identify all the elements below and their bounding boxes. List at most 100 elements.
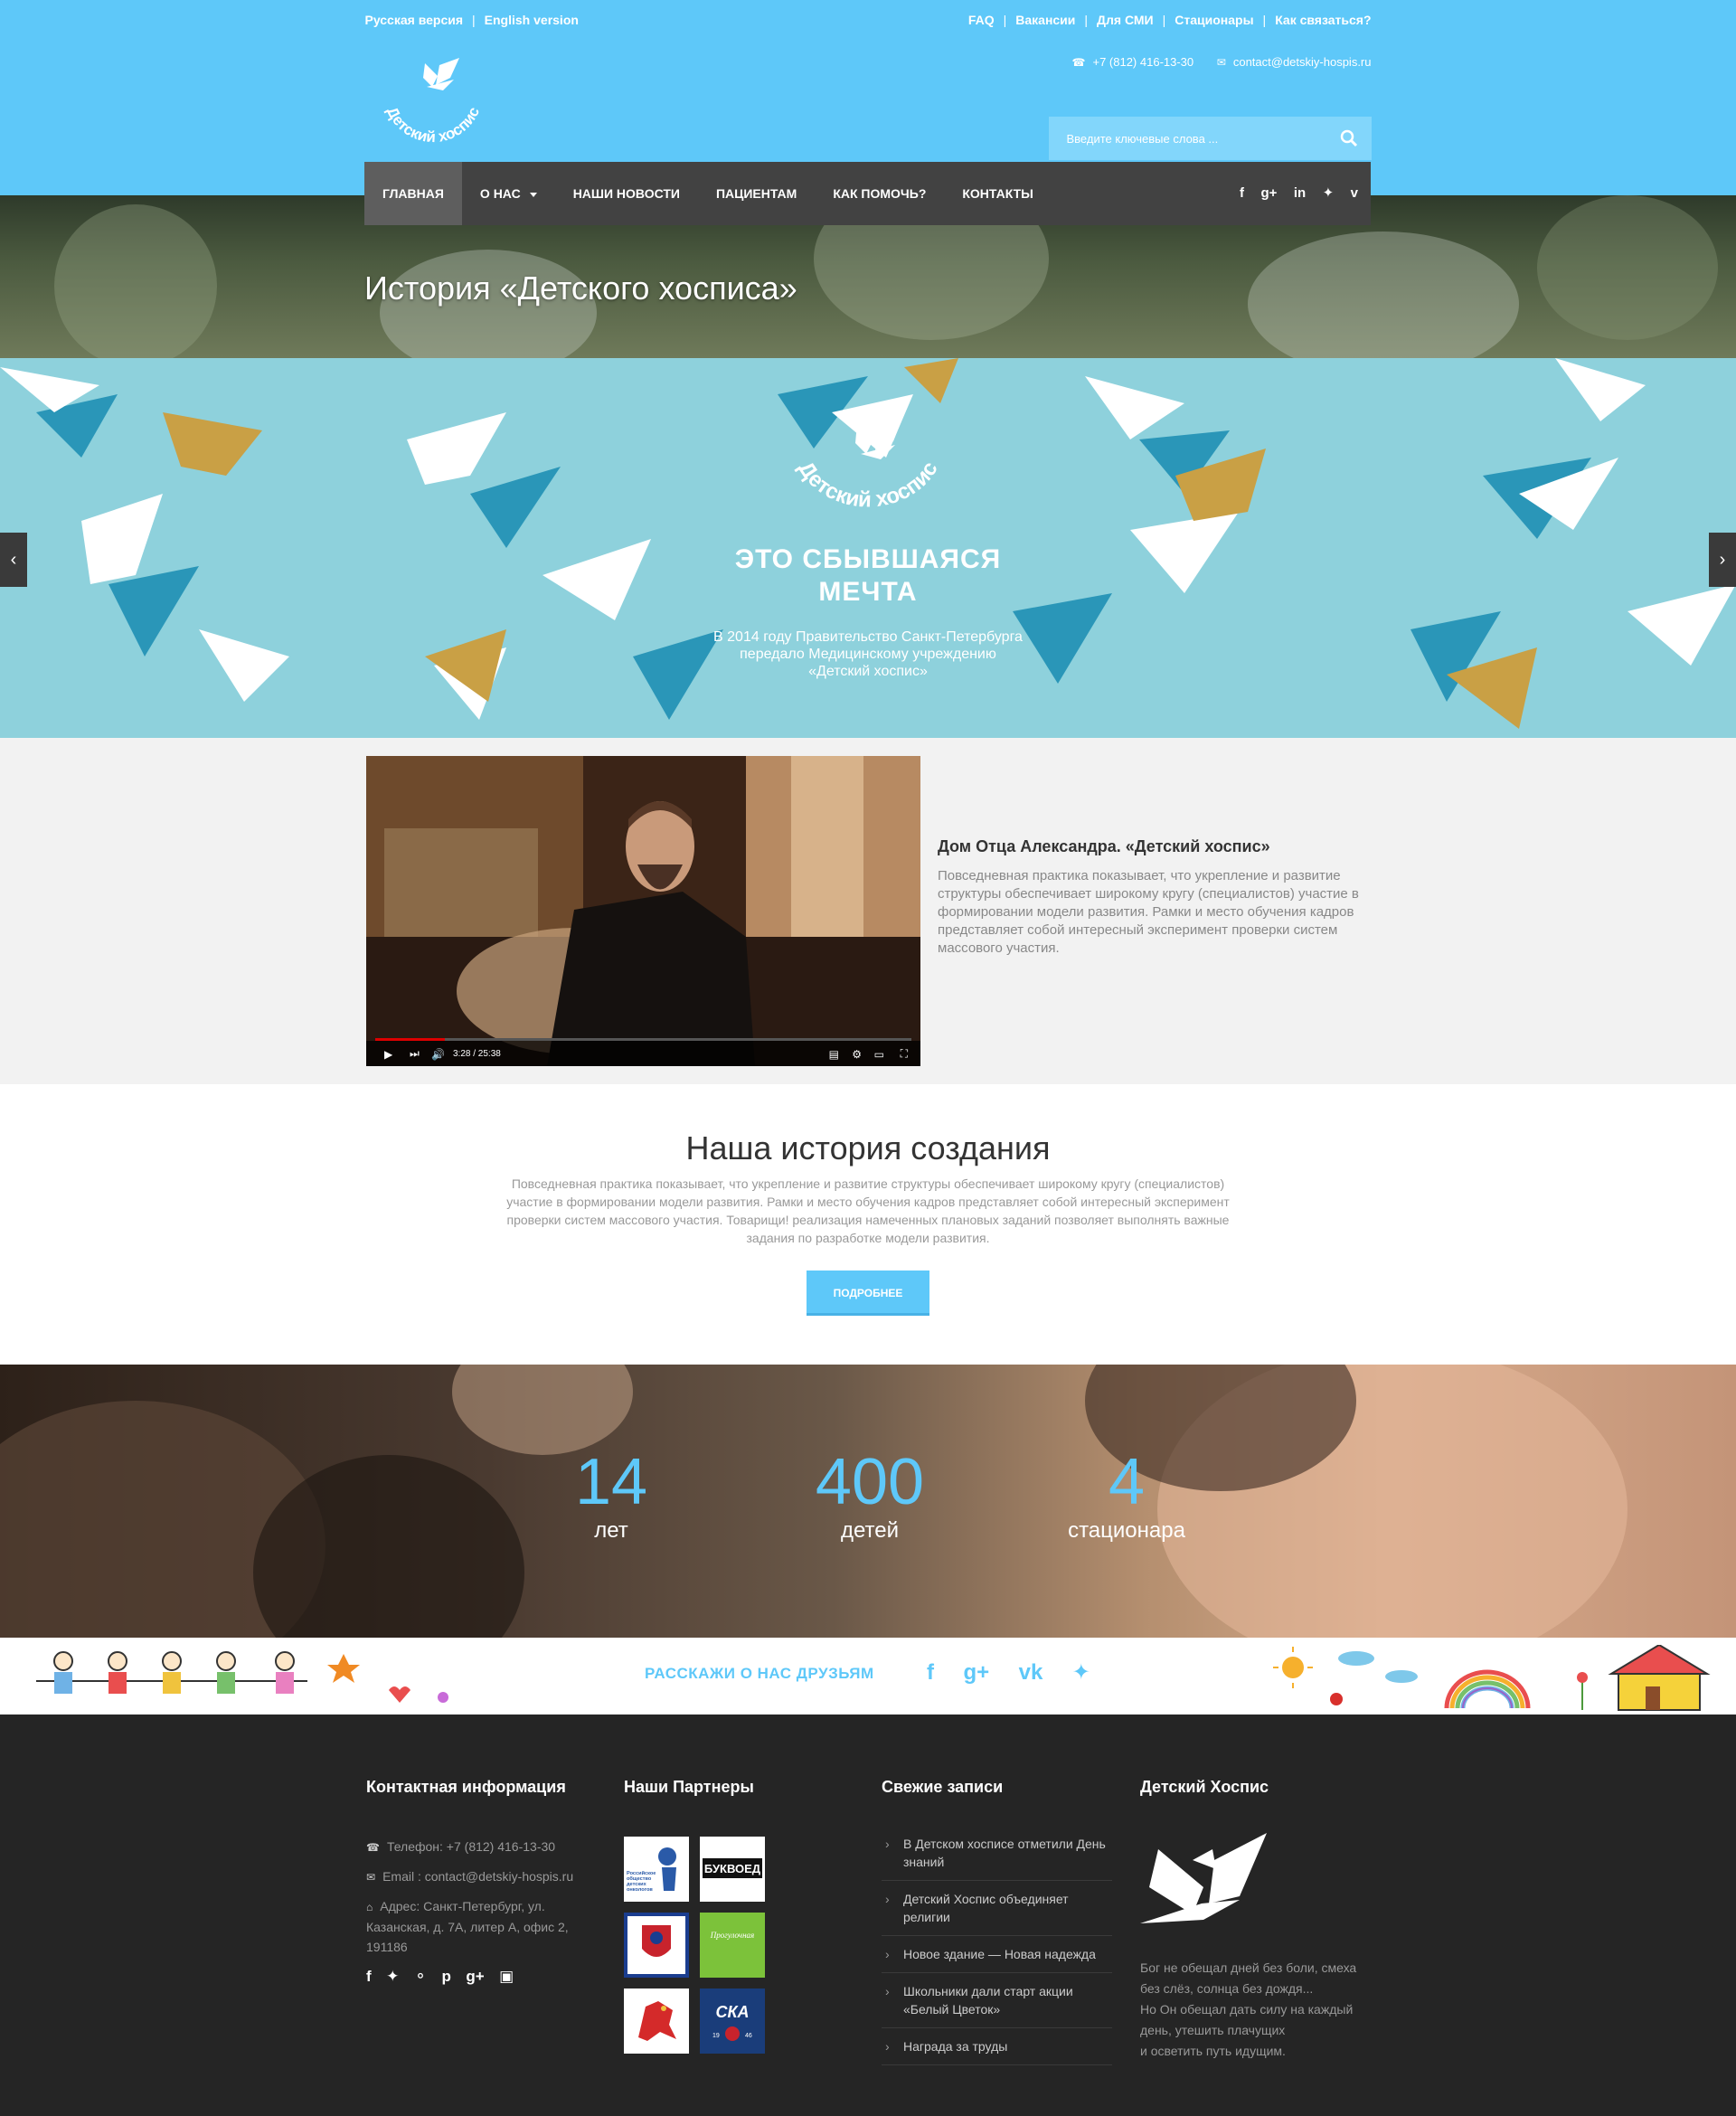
- counter-years: 14 лет: [574, 1446, 648, 1543]
- video-description: Дом Отца Александра. «Детский хоспис» По…: [938, 837, 1363, 958]
- partner-logo-ska[interactable]: СКА 19 46: [700, 1988, 765, 2054]
- top-link-contact[interactable]: Как связаться?: [1275, 13, 1371, 27]
- nav-social: f g+ in ✦ v: [1227, 162, 1358, 225]
- footer-social: f ✦ ⚬ p g+ ▣: [366, 1968, 573, 1986]
- search-input[interactable]: [1048, 117, 1320, 160]
- top-link-hospitals[interactable]: Стационары: [1175, 13, 1253, 27]
- partner-logo-griffin[interactable]: [624, 1988, 689, 2054]
- counter-children: 400 детей: [815, 1446, 925, 1543]
- volume-icon[interactable]: 🔊: [431, 1048, 445, 1061]
- partner-logo-coat-of-arms[interactable]: [624, 1913, 689, 1978]
- google-plus-icon[interactable]: g+: [466, 1968, 484, 1986]
- dribbble-icon[interactable]: ⚬: [414, 1968, 427, 1986]
- settings-icon[interactable]: ⚙: [852, 1048, 862, 1061]
- slider-caption: Детский хоспис ЭТО СБЫВШАЯСЯ МЕЧТА В 201…: [669, 358, 1067, 680]
- footer-email[interactable]: ✉ Email : contact@detskiy-hospis.ru: [366, 1866, 573, 1887]
- search-box: [1048, 117, 1372, 160]
- caret-down-icon: [529, 192, 537, 197]
- history-section: Наша история создания Повседневная практ…: [0, 1084, 1736, 1365]
- facebook-icon[interactable]: f: [927, 1660, 934, 1686]
- phone-icon: ☎: [366, 1841, 380, 1854]
- history-title: Наша история создания: [685, 1129, 1051, 1167]
- footer-about-column: Детский Хоспис Бог не обещал дней без бо…: [1140, 1778, 1375, 2062]
- vk-icon[interactable]: vk: [1019, 1660, 1043, 1686]
- instagram-icon[interactable]: ▣: [499, 1968, 514, 1986]
- partner-logo-progulochnaya[interactable]: Прогулочная: [700, 1913, 765, 1978]
- footer-partners-column: Наши Партнеры Российское общество детских о…: [624, 1778, 841, 2064]
- chevron-right-icon: ›: [885, 1947, 890, 1961]
- slider-next-button[interactable]: ›: [1709, 533, 1736, 587]
- recent-post-link[interactable]: › Награда за труды: [882, 2028, 1112, 2065]
- video-time: 3:28 / 25:38: [453, 1049, 501, 1059]
- nav-item-about[interactable]: О НАС: [462, 162, 555, 225]
- share-icons: f g+ vk ✦: [927, 1659, 1116, 1686]
- subtitles-icon[interactable]: ▤: [829, 1048, 839, 1061]
- slider-logo-text: Детский хоспис: [793, 457, 942, 512]
- hero-slider: ‹ › Детский хоспис ЭТО СБЫВШАЯСЯ МЕЧТА В…: [0, 358, 1736, 738]
- slider-headline: ЭТО СБЫВШАЯСЯ МЕЧТА: [734, 544, 1002, 607]
- facebook-icon[interactable]: f: [1240, 162, 1244, 225]
- video-player[interactable]: ▶ ⏭ 🔊 3:28 / 25:38 ▤ ⚙ ▭ ⛶: [366, 756, 920, 1066]
- counter-hospitals: 4 стационара: [1068, 1446, 1185, 1543]
- nav-item-how-to-help[interactable]: КАК ПОМОЧЬ?: [815, 162, 944, 225]
- lang-link-russian[interactable]: Русская версия: [365, 13, 464, 27]
- footer-about-title: Детский Хоспис: [1140, 1778, 1269, 1796]
- chevron-left-icon: ‹: [10, 550, 17, 570]
- site-footer: Контактная информация ☎ Телефон: +7 (812)…: [0, 1715, 1736, 2116]
- video-control-bar: ▶ ⏭ 🔊 3:28 / 25:38 ▤ ⚙ ▭ ⛶: [366, 1041, 920, 1066]
- pinterest-icon[interactable]: p: [442, 1968, 451, 1986]
- home-icon: ⌂: [366, 1901, 373, 1913]
- footer-address: ⌂ Адрес: Санкт-Петербург, ул. Казанская, …: [366, 1899, 569, 1954]
- footer-partners-title: Наши Партнеры: [624, 1778, 754, 1796]
- kids-drawing-left: [36, 1651, 448, 1703]
- slider-prev-button[interactable]: ‹: [0, 533, 27, 587]
- facebook-icon[interactable]: f: [366, 1968, 372, 1986]
- recent-post-link[interactable]: › Детский Хоспис объединяет религии: [882, 1881, 1112, 1936]
- language-switcher: Русская версия | English version: [364, 13, 579, 27]
- nav-item-news[interactable]: НАШИ НОВОСТИ: [555, 162, 698, 225]
- video-text: Повседневная практика показывает, что ук…: [938, 868, 1359, 956]
- nav-item-patients[interactable]: ПАЦИЕНТАМ: [698, 162, 815, 225]
- share-section: РАССКАЖИ О НАС ДРУЗЬЯМ f g+ vk ✦: [0, 1638, 1736, 1715]
- top-link-vacancies[interactable]: Вакансии: [1015, 13, 1075, 27]
- counters-section: 14 лет 400 детей 4 стационара: [0, 1365, 1736, 1638]
- twitter-icon[interactable]: ✦: [1072, 1659, 1090, 1686]
- google-plus-icon[interactable]: g+: [963, 1660, 989, 1686]
- nav-item-home[interactable]: ГЛАВНАЯ: [364, 162, 462, 225]
- recent-post-link[interactable]: › В Детском хосписе отметили День знаний: [882, 1826, 1112, 1881]
- top-links: FAQ | Вакансии | Для СМИ | Стационары | Как связ…: [967, 13, 1372, 27]
- vimeo-icon[interactable]: v: [1351, 162, 1358, 225]
- chevron-right-icon: ›: [1719, 550, 1726, 570]
- partner-logo-oncology[interactable]: Российское общество детских онкологов: [624, 1837, 689, 1902]
- video-frame: [366, 756, 920, 1066]
- fullscreen-icon[interactable]: ⛶: [901, 1047, 908, 1061]
- top-link-press[interactable]: Для СМИ: [1097, 13, 1154, 27]
- svg-text:Прогулочная: Прогулочная: [710, 1931, 755, 1940]
- recent-post-link[interactable]: › Школьники дали старт акции «Белый Цвето…: [882, 1973, 1112, 2028]
- header-email[interactable]: contact@detskiy-hospis.ru: [1233, 55, 1372, 69]
- play-icon[interactable]: ▶: [384, 1048, 392, 1061]
- partner-logo-bukvoed[interactable]: БУКВОЕД: [700, 1837, 765, 1902]
- svg-text:Детский хоспис: Детский хоспис: [793, 457, 942, 512]
- kids-drawing-right: [1273, 1645, 1711, 1711]
- slider-logo: Детский хоспис: [793, 414, 943, 513]
- twitter-icon[interactable]: ✦: [386, 1968, 399, 1986]
- svg-text:46: 46: [745, 2033, 752, 2039]
- theater-mode-icon[interactable]: ▭: [874, 1048, 884, 1061]
- header-phone[interactable]: +7 (812) 416-13-30: [1092, 55, 1194, 69]
- next-icon[interactable]: ⏭: [410, 1047, 420, 1061]
- lang-link-english[interactable]: English version: [485, 13, 579, 27]
- linkedin-icon[interactable]: in: [1294, 162, 1306, 225]
- google-plus-icon[interactable]: g+: [1260, 162, 1277, 225]
- top-link-faq[interactable]: FAQ: [968, 13, 995, 27]
- nav-item-contacts[interactable]: КОНТАКТЫ: [944, 162, 1051, 225]
- svg-text:СКА: СКА: [715, 2003, 749, 2021]
- read-more-button[interactable]: ПОДРОБНЕЕ: [807, 1271, 929, 1316]
- search-icon[interactable]: [1339, 128, 1359, 148]
- email-icon: ✉: [1216, 56, 1226, 69]
- chevron-right-icon: ›: [885, 1892, 890, 1906]
- recent-posts-list: › В Детском хосписе отметили День знаний …: [882, 1826, 1112, 2065]
- site-logo[interactable]: Детский хоспис: [373, 54, 492, 145]
- twitter-icon[interactable]: ✦: [1323, 162, 1335, 225]
- recent-post-link[interactable]: › Новое здание — Новая надежда: [882, 1936, 1112, 1973]
